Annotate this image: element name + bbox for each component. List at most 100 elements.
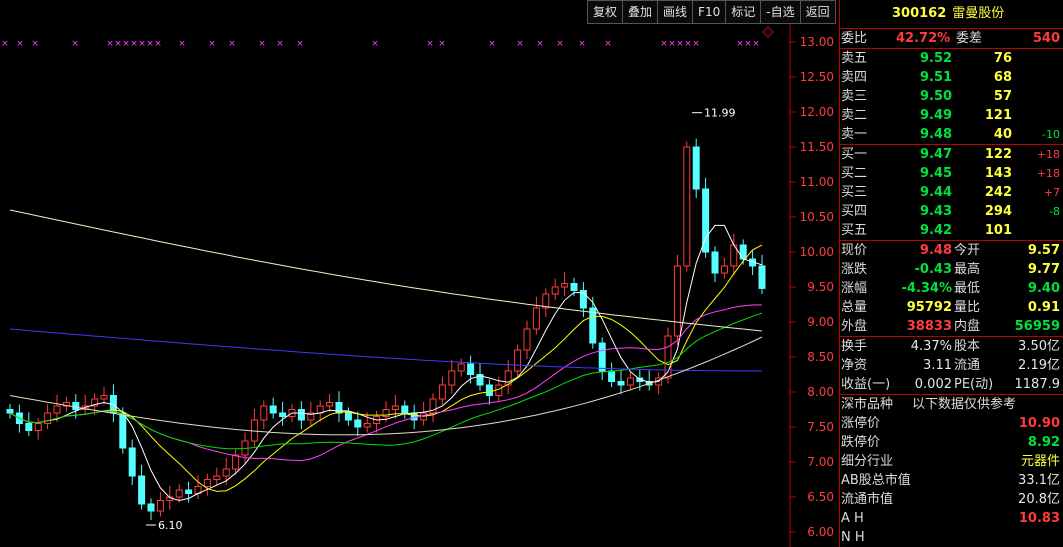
- ask-volume: 76: [993, 51, 1012, 66]
- draw-line-button[interactable]: 画线: [658, 0, 694, 24]
- remove-watchlist-button[interactable]: -自选: [761, 0, 801, 24]
- candle-body: [326, 402, 334, 407]
- bid-volume: 122: [984, 147, 1012, 162]
- bid-price: 9.44: [920, 185, 953, 200]
- candles: [6, 138, 766, 521]
- overlay-button[interactable]: 叠加: [623, 0, 659, 24]
- stock-header: 300162 雷曼股份: [840, 0, 1063, 29]
- float-cap-value: 20.8亿: [1018, 492, 1060, 507]
- limit-down-row: 跌停价 8.92: [840, 433, 1063, 452]
- ab-cap-value: 33.1亿: [1018, 473, 1060, 488]
- candle-body: [467, 363, 475, 375]
- fuquan-button[interactable]: 复权: [587, 0, 624, 24]
- ask-price: 9.52: [920, 51, 953, 66]
- ab-cap-row: AB股总市值 33.1亿: [840, 471, 1063, 490]
- marker-x-icon: ×: [296, 39, 304, 49]
- fin-value: 0.002: [914, 377, 952, 392]
- nh-label: N H: [841, 530, 865, 545]
- bid-change: +18: [1036, 167, 1060, 180]
- quote-row-3: 总量 95792 量比 0.91: [840, 298, 1063, 317]
- ask-change: -10: [1042, 128, 1060, 141]
- ratio-label: 委比: [841, 31, 868, 46]
- marker-x-icon: ×: [31, 39, 39, 49]
- signal-markers: × × × × × × × × × × × × × × × × × × × × × × × × × × × × × × × × × ×: [1, 39, 760, 49]
- quote-label-2: 今开: [954, 243, 981, 258]
- candle-body: [297, 409, 305, 421]
- bid-price: 9.47: [920, 147, 953, 162]
- ratio-value: 42.72%: [896, 31, 951, 46]
- y-tick-label: 7.50: [807, 420, 834, 434]
- industry-label: 细分行业: [841, 454, 894, 469]
- float-cap-row: 流通市值 20.8亿: [840, 490, 1063, 509]
- order-ratio-row: 委比 42.72% 委差 540: [840, 29, 1063, 49]
- candle-body: [589, 307, 597, 344]
- kline-chart[interactable]: × × × × × × × × × × × × × × × × × × × × × × × × × × × × × × × × × × 13.00…: [0, 24, 838, 547]
- quote-row-0: 现价 9.48 今开 9.57: [840, 241, 1063, 260]
- fin-value: 3.11: [923, 358, 952, 373]
- fin-label-2: 流通: [954, 358, 981, 373]
- nh-row: N H: [840, 528, 1063, 547]
- marker-x-icon: ×: [604, 39, 612, 49]
- candle-body: [6, 409, 14, 414]
- quote-label-2: 内盘: [954, 319, 981, 334]
- quote-label: 涨幅: [841, 281, 868, 296]
- marker-x-icon: ×: [71, 39, 79, 49]
- fin-label: 净资: [841, 358, 868, 373]
- candle-body: [147, 503, 155, 512]
- marker-x-icon: ×: [692, 39, 700, 49]
- y-tick-label: 12.00: [800, 105, 834, 119]
- quote-label: 外盘: [841, 319, 868, 334]
- y-tick-label: 11.50: [800, 140, 834, 154]
- candle-body: [485, 384, 493, 396]
- f10-button[interactable]: F10: [693, 0, 727, 24]
- marker-x-icon: ×: [258, 39, 266, 49]
- bid-label: 买五: [841, 223, 868, 238]
- y-axis: 13.00 12.50 12.00 11.50 11.00 10.50 10.00 9.50 9…: [790, 35, 834, 539]
- candle-body: [391, 405, 399, 410]
- fin-label-2: 股本: [954, 339, 981, 354]
- ask-price: 9.49: [920, 108, 953, 123]
- marker-x-icon: ×: [208, 39, 216, 49]
- bid-change: +7: [1043, 186, 1060, 199]
- fin-label-2: PE(动): [954, 377, 994, 392]
- info-title-row: 深市品种 以下数据仅供参考: [840, 395, 1063, 414]
- candle-body: [203, 479, 211, 487]
- quote-value-2: 9.40: [1027, 281, 1060, 296]
- candle-body: [551, 286, 559, 295]
- ask-price: 9.48: [920, 127, 953, 142]
- marker-x-icon: ×: [1, 39, 9, 49]
- ask-label: 卖三: [841, 89, 868, 104]
- float-cap-label: 流通市值: [841, 492, 894, 507]
- ah-row: A H 10.83: [840, 509, 1063, 528]
- annotation-label: 6.10: [158, 519, 183, 532]
- ab-cap-label: AB股总市值: [841, 473, 911, 488]
- candle-body: [269, 405, 277, 414]
- bid-price: 9.42: [920, 223, 953, 238]
- bid-label: 买四: [841, 204, 868, 219]
- ask-label: 卖二: [841, 108, 868, 123]
- marker-x-icon: ×: [114, 39, 122, 49]
- candle-body: [598, 342, 606, 372]
- quote-value: 9.48: [919, 243, 952, 258]
- quote-value-2: 9.77: [1027, 262, 1060, 277]
- marker-x-icon: ×: [556, 39, 564, 49]
- mark-button[interactable]: 标记: [726, 0, 762, 24]
- candle-body: [448, 370, 456, 386]
- long-ma-line-0: [9, 209, 763, 332]
- y-tick-label: 9.00: [807, 315, 834, 329]
- ask-volume: 68: [993, 70, 1012, 85]
- industry-value[interactable]: 元器件: [1021, 452, 1060, 471]
- candle-body: [561, 283, 569, 288]
- back-button[interactable]: 返回: [800, 0, 836, 24]
- limit-down-value: 8.92: [1027, 435, 1060, 450]
- marker-x-icon: ×: [752, 39, 760, 49]
- candle-body: [260, 405, 268, 421]
- marker-x-icon: ×: [660, 39, 668, 49]
- toolbar: 复权 叠加 画线 F10 标记 -自选 返回: [587, 0, 838, 24]
- ask-label: 卖四: [841, 70, 868, 85]
- limit-up-label: 涨停价: [841, 416, 881, 431]
- marker-x-icon: ×: [106, 39, 114, 49]
- ask-level-3: 卖三 9.50 57: [840, 87, 1063, 106]
- diff-label: 委差: [956, 31, 983, 46]
- ask-volume: 40: [993, 127, 1012, 142]
